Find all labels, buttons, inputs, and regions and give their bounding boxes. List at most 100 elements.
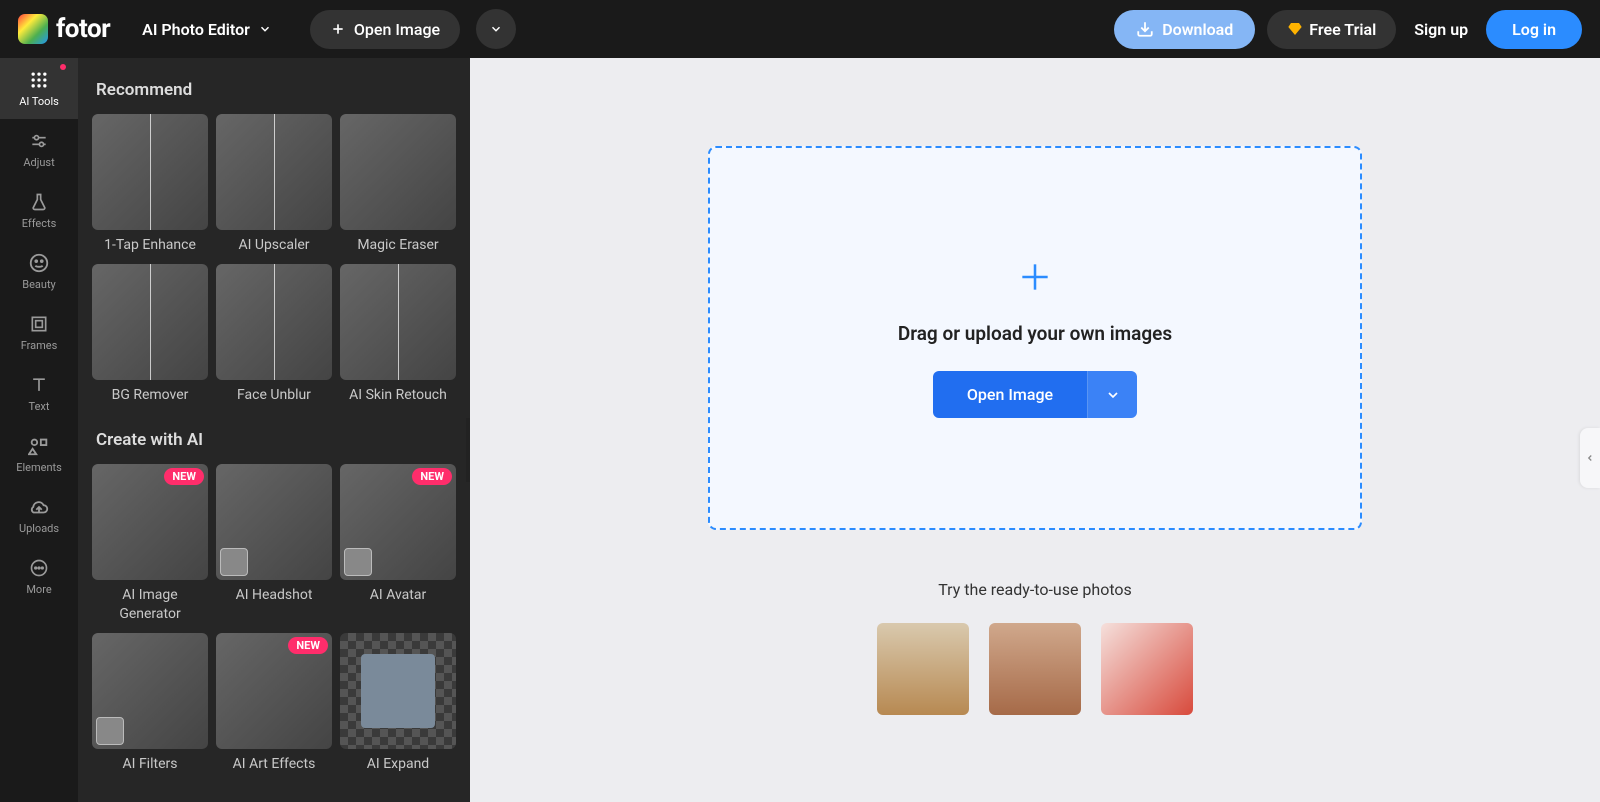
- rail-item-more[interactable]: More: [0, 546, 78, 607]
- rail-item-adjust[interactable]: Adjust: [0, 119, 78, 180]
- tool-card-bg-remover[interactable]: BG Remover: [92, 264, 208, 404]
- diamond-icon: [1287, 21, 1303, 37]
- section-title: Recommend: [96, 80, 456, 100]
- rail-item-ai-tools[interactable]: AI Tools: [0, 58, 78, 119]
- editor-mode-label: AI Photo Editor: [142, 20, 250, 39]
- rail-label: More: [26, 583, 51, 596]
- notification-dot-icon: [60, 64, 66, 70]
- chevron-down-icon: [489, 22, 503, 36]
- tool-card-ai-expand[interactable]: AI Expand: [340, 633, 456, 773]
- tool-card-ai-headshot[interactable]: AI Headshot: [216, 464, 332, 622]
- chevron-down-icon: [1105, 387, 1121, 403]
- mini-preview-icon: [96, 717, 124, 745]
- flask-icon: [28, 191, 50, 213]
- tool-card-ai-image-generator[interactable]: NEW AI Image Generator: [92, 464, 208, 622]
- sample-row: [877, 623, 1193, 715]
- editor-mode-select[interactable]: AI Photo Editor: [136, 20, 278, 39]
- tool-card-ai-filters[interactable]: AI Filters: [92, 633, 208, 773]
- try-samples-label: Try the ready-to-use photos: [938, 580, 1132, 599]
- tool-card-ai-skin-retouch[interactable]: AI Skin Retouch: [340, 264, 456, 404]
- logo-icon: [18, 14, 48, 44]
- dropzone-text: Drag or upload your own images: [898, 322, 1172, 345]
- free-trial-button[interactable]: Free Trial: [1267, 10, 1396, 49]
- shapes-icon: [28, 435, 50, 457]
- rail-label: Elements: [16, 461, 62, 474]
- free-trial-label: Free Trial: [1309, 20, 1376, 39]
- tool-card-ai-art-effects[interactable]: NEW AI Art Effects: [216, 633, 332, 773]
- tool-label: AI Headshot: [216, 586, 332, 604]
- download-icon: [1136, 20, 1154, 38]
- open-image-dropdown[interactable]: [476, 9, 516, 49]
- tool-label: AI Image Generator: [92, 586, 208, 622]
- chevron-left-icon: [1585, 451, 1595, 465]
- app-header: fotor AI Photo Editor Open Image Downloa…: [0, 0, 1600, 58]
- face-icon: [28, 252, 50, 274]
- sliders-icon: [28, 130, 50, 152]
- mini-preview-icon: [220, 548, 248, 576]
- plus-icon: [330, 21, 346, 37]
- signup-link[interactable]: Sign up: [1408, 20, 1474, 39]
- rail-item-effects[interactable]: Effects: [0, 180, 78, 241]
- open-image-button[interactable]: Open Image: [310, 10, 460, 49]
- section-title: Create with AI: [96, 430, 456, 450]
- rail-item-frames[interactable]: Frames: [0, 302, 78, 363]
- new-badge: NEW: [288, 637, 328, 654]
- new-badge: NEW: [412, 468, 452, 485]
- tool-label: AI Upscaler: [216, 236, 332, 254]
- more-icon: [28, 557, 50, 579]
- tool-label: Magic Eraser: [340, 236, 456, 254]
- tool-card-ai-upscaler[interactable]: AI Upscaler: [216, 114, 332, 254]
- rail-label: AI Tools: [19, 95, 59, 108]
- rail-label: Adjust: [23, 156, 54, 169]
- rail-item-text[interactable]: Text: [0, 363, 78, 424]
- rail-item-uploads[interactable]: Uploads: [0, 485, 78, 546]
- sample-photo[interactable]: [1101, 623, 1193, 715]
- canvas-area: Drag or upload your own images Open Imag…: [470, 58, 1600, 802]
- tool-grid: 1-Tap Enhance AI Upscaler Magic Eraser BG R…: [92, 114, 456, 404]
- rail-item-elements[interactable]: Elements: [0, 424, 78, 485]
- tool-thumbnail: [216, 464, 332, 580]
- rail-label: Uploads: [19, 522, 59, 535]
- tool-label: 1-Tap Enhance: [92, 236, 208, 254]
- tool-card-face-unblur[interactable]: Face Unblur: [216, 264, 332, 404]
- open-image-label: Open Image: [354, 20, 440, 39]
- mini-preview-icon: [344, 548, 372, 576]
- download-button[interactable]: Download: [1114, 10, 1255, 49]
- tool-grid: NEW AI Image Generator AI Headshot NEW AI Av…: [92, 464, 456, 773]
- chevron-down-icon: [258, 22, 272, 36]
- cloud-icon: [28, 496, 50, 518]
- plus-icon: [1016, 258, 1054, 296]
- tool-label: AI Art Effects: [216, 755, 332, 773]
- tool-thumbnail: [92, 633, 208, 749]
- rail-item-beauty[interactable]: Beauty: [0, 241, 78, 302]
- download-label: Download: [1162, 20, 1233, 39]
- sample-photo[interactable]: [989, 623, 1081, 715]
- open-image-dropdown-main[interactable]: [1087, 371, 1137, 418]
- rail-label: Text: [29, 400, 50, 413]
- tool-card-ai-avatar[interactable]: NEW AI Avatar: [340, 464, 456, 622]
- tool-label: AI Filters: [92, 755, 208, 773]
- side-panel: Recommend 1-Tap Enhance AI Upscaler Magic E…: [78, 58, 470, 802]
- tool-thumbnail: [340, 264, 456, 380]
- tool-card-magic-eraser[interactable]: Magic Eraser: [340, 114, 456, 254]
- tool-thumbnail: NEW: [92, 464, 208, 580]
- expand-right-panel-button[interactable]: [1580, 428, 1600, 488]
- grid-icon: [28, 69, 50, 91]
- rail-label: Frames: [21, 339, 58, 352]
- tool-thumbnail: NEW: [340, 464, 456, 580]
- tool-thumbnail: [216, 114, 332, 230]
- open-image-row: Open Image: [933, 371, 1137, 418]
- new-badge: NEW: [164, 468, 204, 485]
- tool-label: Face Unblur: [216, 386, 332, 404]
- logo[interactable]: fotor: [18, 14, 110, 44]
- open-image-button-main[interactable]: Open Image: [933, 371, 1087, 418]
- tool-thumbnail: [340, 633, 456, 749]
- upload-dropzone[interactable]: Drag or upload your own images Open Imag…: [708, 146, 1362, 530]
- login-button[interactable]: Log in: [1486, 10, 1582, 49]
- sample-photo[interactable]: [877, 623, 969, 715]
- tool-label: BG Remover: [92, 386, 208, 404]
- tool-thumbnail: [216, 264, 332, 380]
- tool-label: AI Avatar: [340, 586, 456, 604]
- tool-card-1-tap-enhance[interactable]: 1-Tap Enhance: [92, 114, 208, 254]
- tool-label: AI Expand: [340, 755, 456, 773]
